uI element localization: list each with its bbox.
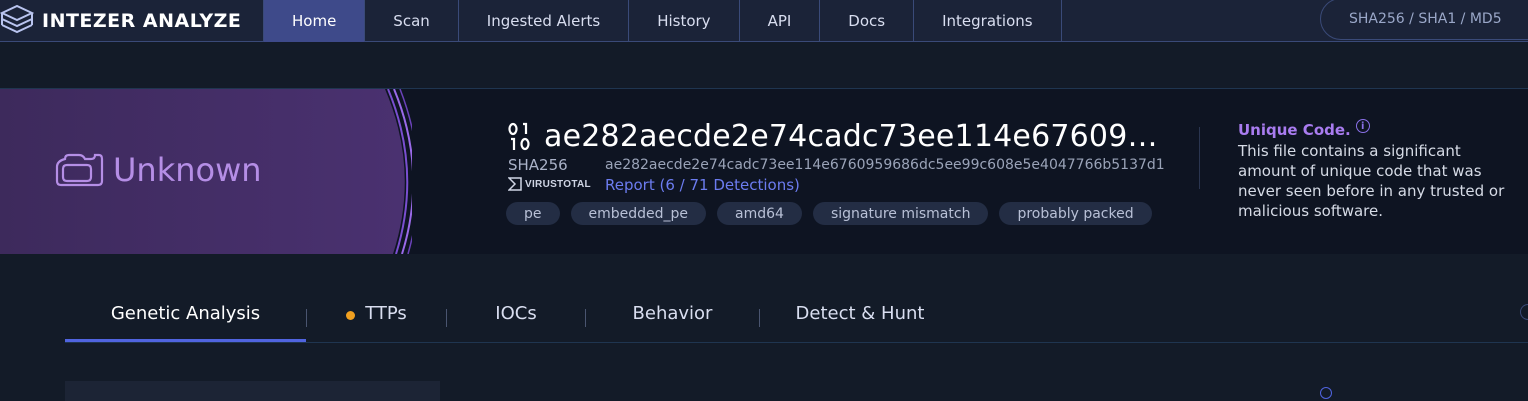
file-summary-header: Unknown ae282aecde2e74cadc73ee114e67609…… bbox=[0, 89, 1528, 254]
intezer-logo-icon bbox=[0, 4, 34, 34]
cloud-file-icon bbox=[55, 153, 104, 187]
tag-pe: pe bbox=[506, 202, 560, 225]
page-spacer-band bbox=[0, 43, 1528, 89]
tab-label: IOCs bbox=[495, 303, 537, 324]
tab-label: Detect & Hunt bbox=[795, 303, 925, 324]
top-navbar: INTEZER ANALYZE Home Scan Ingested Alert… bbox=[0, 0, 1528, 42]
nav-tab-ingested-alerts[interactable]: Ingested Alerts bbox=[457, 0, 628, 42]
brand-name: INTEZER ANALYZE bbox=[42, 10, 242, 32]
main-nav: Home Scan Ingested Alerts History API Do… bbox=[263, 0, 1062, 42]
file-hash-title: ae282aecde2e74cadc73ee114e67609… bbox=[544, 119, 1158, 154]
nav-tab-home[interactable]: Home bbox=[263, 0, 365, 42]
virustotal-badge: VIRUSTOTAL bbox=[508, 177, 591, 191]
tab-iocs[interactable]: IOCs bbox=[447, 292, 585, 342]
tab-label: TTPs bbox=[365, 303, 407, 324]
nav-tab-api[interactable]: API bbox=[738, 0, 820, 42]
tab-label: Behavior bbox=[632, 303, 713, 324]
unique-code-description: This file contains a significant amount … bbox=[1238, 142, 1505, 220]
info-icon[interactable]: i bbox=[1355, 119, 1370, 133]
help-icon[interactable] bbox=[1320, 387, 1332, 399]
tab-ttps[interactable]: TTPs bbox=[307, 292, 446, 342]
header-divider bbox=[1199, 127, 1200, 189]
hash-type-label: SHA256 bbox=[508, 156, 568, 174]
nav-tab-history[interactable]: History bbox=[628, 0, 738, 42]
tab-label: Genetic Analysis bbox=[110, 303, 261, 324]
tab-genetic-analysis[interactable]: Genetic Analysis bbox=[65, 292, 306, 342]
virustotal-label: VIRUSTOTAL bbox=[525, 178, 591, 190]
verdict-panel: Unknown bbox=[0, 89, 412, 254]
tabs-underline bbox=[65, 342, 1528, 343]
original-file-panel bbox=[65, 381, 440, 401]
tab-detect-hunt[interactable]: Detect & Hunt bbox=[760, 292, 960, 342]
virustotal-icon bbox=[508, 177, 522, 191]
tab-behavior[interactable]: Behavior bbox=[586, 292, 759, 342]
tag-signature-mismatch: signature mismatch bbox=[812, 202, 989, 225]
ttps-indicator-dot bbox=[346, 311, 356, 320]
tag-probably-packed: probably packed bbox=[999, 202, 1152, 225]
analysis-tabs: Genetic Analysis TTPs IOCs Behavior Dete… bbox=[65, 292, 960, 342]
sha256-value[interactable]: ae282aecde2e74cadc73ee114e6760959686dc5e… bbox=[605, 157, 1165, 173]
brand-logo[interactable]: INTEZER ANALYZE bbox=[0, 0, 241, 42]
verdict-label: Unknown bbox=[113, 151, 262, 189]
scroll-indicator-icon bbox=[1520, 304, 1528, 320]
unique-code-title: Unique Code. bbox=[1238, 121, 1351, 139]
hash-search-input[interactable] bbox=[1320, 0, 1528, 40]
binary-file-icon bbox=[508, 122, 530, 150]
file-tags: pe embedded_pe amd64 signature mismatch … bbox=[506, 202, 1152, 225]
file-info: ae282aecde2e74cadc73ee114e67609… SHA256 … bbox=[506, 89, 1188, 254]
tag-amd64: amd64 bbox=[717, 202, 802, 225]
nav-tab-integrations[interactable]: Integrations bbox=[913, 0, 1062, 42]
tag-embedded-pe: embedded_pe bbox=[570, 202, 707, 225]
nav-tab-scan[interactable]: Scan bbox=[364, 0, 457, 42]
analysis-section: Genetic Analysis TTPs IOCs Behavior Dete… bbox=[0, 254, 1528, 401]
virustotal-report-link[interactable]: Report (6 / 71 Detections) bbox=[605, 176, 800, 194]
nav-tab-docs[interactable]: Docs bbox=[819, 0, 913, 42]
unique-code-panel: Unique Code. i This file contains a sign… bbox=[1238, 119, 1528, 221]
